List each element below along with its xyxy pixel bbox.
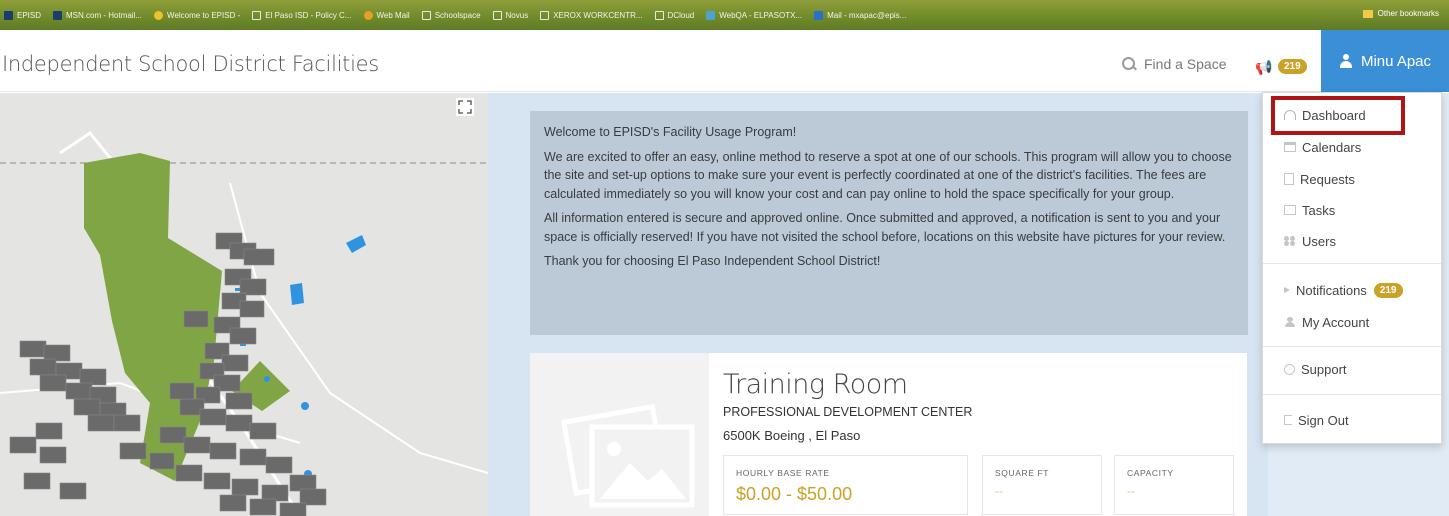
capacity-value: -- [1127, 484, 1135, 498]
globe-icon [154, 10, 164, 20]
find-space-link[interactable]: Find a Space [1122, 56, 1227, 72]
webmail-icon [363, 10, 373, 20]
search-icon [1122, 57, 1136, 71]
notifications-count-badge: 219 [1373, 282, 1403, 298]
account-icon [1284, 317, 1296, 327]
capacity-label: CAPACITY [1127, 468, 1174, 478]
square-ft-box: SQUARE FT -- [982, 455, 1102, 515]
site-title[interactable]: Independent School District Facilities [2, 52, 379, 76]
page-icon [540, 10, 550, 20]
bookmark-policy[interactable]: El Paso ISD - Policy C... [252, 10, 352, 20]
bookmark-webqa[interactable]: WebQA - ELPASOTX... [706, 10, 802, 20]
welcome-heading: Welcome to EPISD's Facility Usage Progra… [544, 125, 797, 139]
facility-address: 6500K Boeing , El Paso [723, 428, 861, 443]
menu-item-notifications[interactable]: Notifications 219 [1263, 276, 1441, 304]
facility-location: PROFESSIONAL DEVELOPMENT CENTER [723, 405, 973, 419]
bookmark-dcloud[interactable]: DCloud [654, 10, 694, 20]
dashboard-highlight-box [1271, 96, 1405, 135]
user-icon [1339, 54, 1353, 68]
welcome-paragraph-3: Thank you for choosing El Paso Independe… [544, 254, 881, 268]
facilities-map[interactable] [0, 93, 488, 516]
bookmark-episd[interactable]: EPISD [4, 10, 41, 20]
image-placeholder [530, 353, 709, 516]
map-canvas[interactable] [0, 93, 488, 516]
folder-icon [1362, 9, 1373, 18]
menu-item-requests[interactable]: Requests [1263, 165, 1441, 193]
users-icon [1284, 236, 1296, 246]
calendar-icon [1284, 142, 1296, 152]
menu-divider [1263, 263, 1441, 264]
bookmark-schoolspace[interactable]: Schoolspace [421, 10, 481, 20]
bookmark-novus[interactable]: Novus [492, 10, 528, 20]
menu-item-calendars[interactable]: Calendars [1263, 133, 1441, 161]
square-ft-label: SQUARE FT [995, 468, 1050, 478]
menu-item-my-account[interactable]: My Account [1263, 308, 1441, 336]
bookmark-msn[interactable]: MSN.com - Hotmail... [53, 10, 142, 20]
document-icon [1284, 173, 1294, 185]
hourly-rate-box: HOURLY BASE RATE $0.00 - $50.00 [723, 455, 968, 515]
menu-item-support[interactable]: Support [1263, 355, 1441, 383]
welcome-panel: Welcome to EPISD's Facility Usage Progra… [530, 111, 1248, 335]
page-icon [252, 10, 262, 20]
bookmarks-bar: EPISD MSN.com - Hotmail... Welcome to EP… [0, 0, 1449, 30]
hourly-rate-label: HOURLY BASE RATE [736, 468, 830, 478]
checkbox-icon [1284, 205, 1296, 215]
notification-badge[interactable]: 219 [1278, 59, 1307, 74]
user-dropdown-menu: Dashboard Calendars Requests Tasks Users… [1262, 92, 1442, 444]
hourly-rate-value: $0.00 - $50.00 [736, 484, 853, 504]
bookmark-webmail[interactable]: Web Mail [363, 10, 410, 20]
page-icon [421, 10, 431, 20]
menu-divider [1263, 346, 1441, 347]
support-icon [1284, 363, 1295, 375]
menu-item-tasks[interactable]: Tasks [1263, 196, 1441, 224]
mail-icon [814, 10, 824, 20]
capacity-box: CAPACITY -- [1114, 455, 1234, 515]
fullscreen-icon[interactable] [456, 98, 474, 116]
menu-item-sign-out[interactable]: Sign Out [1263, 406, 1441, 434]
welcome-paragraph-2: All information entered is secure and ap… [544, 211, 1226, 244]
megaphone-icon [1284, 287, 1290, 293]
episd-icon [4, 10, 13, 20]
page-icon [492, 10, 502, 20]
sign-out-icon [1284, 415, 1292, 425]
square-ft-value: -- [995, 484, 1003, 498]
megaphone-icon[interactable]: 📢 [1255, 59, 1272, 76]
facility-card[interactable]: Training Room PROFESSIONAL DEVELOPMENT C… [530, 353, 1247, 516]
msn-icon [53, 10, 63, 20]
bookmark-xerox[interactable]: XEROX WORKCENTR... [540, 10, 643, 20]
other-bookmarks[interactable]: Other bookmarks [1362, 9, 1439, 18]
facility-title[interactable]: Training Room [723, 369, 908, 400]
page-icon [654, 10, 664, 20]
menu-divider [1263, 394, 1441, 395]
site-header: Independent School District Facilities F… [0, 30, 1449, 92]
menu-item-users[interactable]: Users [1263, 227, 1441, 255]
user-menu-button[interactable]: Minu Apac [1321, 30, 1449, 92]
bookmark-welcome[interactable]: Welcome to EPISD - [154, 10, 240, 20]
welcome-paragraph-1: We are excited to offer an easy, online … [544, 149, 1232, 201]
bookmark-mail[interactable]: Mail - mxapac@epis... [814, 10, 906, 20]
picture-icon [560, 403, 695, 508]
webqa-icon [706, 10, 716, 20]
